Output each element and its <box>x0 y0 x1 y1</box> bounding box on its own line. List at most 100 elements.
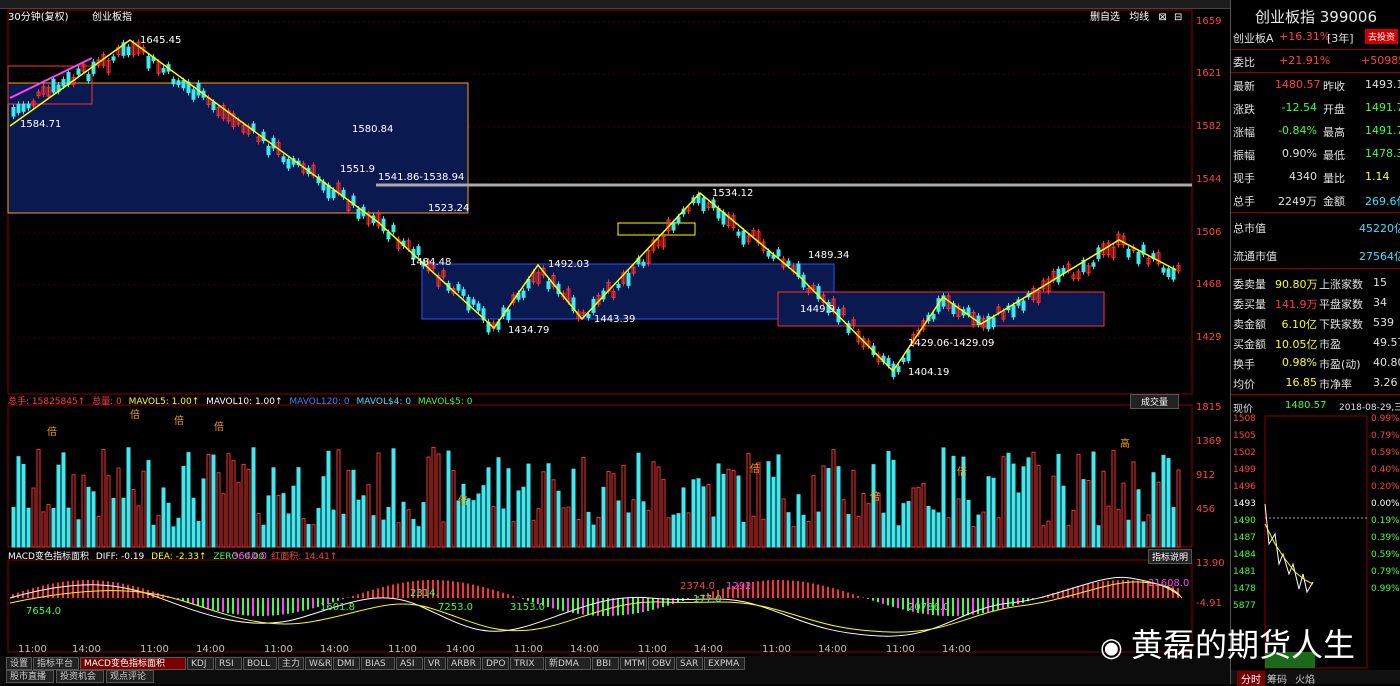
invest-badge[interactable]: 去投资 <box>1365 29 1399 44</box>
indicator-tab[interactable]: 主力 <box>278 657 304 670</box>
chart-toolbar[interactable]: 删自选 均线 ⊠ ⊟ <box>1090 8 1182 23</box>
quote-value: -0.84% <box>1278 124 1317 137</box>
volume-bar <box>1021 466 1026 548</box>
chart-svg <box>7 9 1193 653</box>
volume-bar <box>671 514 676 548</box>
vol-tick: 1369 <box>1196 436 1222 447</box>
info-tab[interactable]: 股市直播 <box>6 670 54 683</box>
indicator-help-button[interactable]: 指标说明 <box>1148 549 1193 564</box>
volume-bar <box>506 468 511 548</box>
volume-bar <box>371 515 376 548</box>
indicator-tab[interactable]: MACD变色指标面积 <box>80 657 186 670</box>
volume-bar <box>1016 492 1021 548</box>
mini-bottom-tabs: 分时 筹码 火焰 <box>1231 670 1400 686</box>
indicator-tab[interactable]: DPO <box>482 657 509 670</box>
indicator-tab[interactable]: VR <box>424 657 446 670</box>
indicator-tab[interactable]: OBV <box>648 657 675 670</box>
volume-bar <box>936 512 941 548</box>
candle <box>461 289 466 296</box>
volume-bar <box>321 476 326 548</box>
mini-axis-pct: 0.99% <box>1371 414 1400 424</box>
mini-axis-tick: 1493 <box>1233 499 1256 509</box>
volume-bar <box>796 494 801 548</box>
weibi-value: +21.91% <box>1279 54 1331 67</box>
vol-mark: 倍 <box>750 464 760 475</box>
volume-bar <box>1171 507 1176 548</box>
macd-area-label: 2374.0 <box>680 581 715 592</box>
candle <box>586 313 591 319</box>
indicator-tab[interactable]: ASI <box>396 657 423 670</box>
mini-axis-pct: 0.19% <box>1371 516 1400 526</box>
volume-bar <box>31 487 36 548</box>
fund-row[interactable]: 创业板A +16.31% [3年] 去投资 <box>1231 26 1400 48</box>
info-tab[interactable]: 投资机会 <box>56 670 104 683</box>
volume-bar <box>616 500 621 548</box>
candle <box>456 284 461 291</box>
quote-value: 1493.11 <box>1365 78 1400 91</box>
indicator-tab[interactable]: ARBR <box>447 657 481 670</box>
volume-bar <box>991 477 996 548</box>
volume-type-dropdown[interactable]: 成交量 <box>1130 394 1180 409</box>
indicator-tab[interactable]: RSI <box>215 657 242 670</box>
volume-bar <box>1176 469 1181 548</box>
candle <box>616 283 621 289</box>
macd-area-label: 1601.8 <box>320 602 355 613</box>
volume-bar <box>586 511 591 548</box>
range-box-1 <box>7 82 469 214</box>
candle <box>521 290 526 298</box>
volume-bar <box>61 452 66 548</box>
volume-bar <box>16 456 21 548</box>
volume-bar <box>376 452 381 548</box>
volume-bar <box>756 462 761 548</box>
volume-bar <box>181 465 186 548</box>
remove-watchlist-button[interactable]: 删自选 <box>1090 12 1120 23</box>
info-tab[interactable]: 观点评论 <box>106 670 154 683</box>
indicator-tab[interactable]: BOLL <box>243 657 277 670</box>
indicator-tab[interactable]: MTM <box>620 657 647 670</box>
time-tick: 11:00 <box>264 644 293 655</box>
layout-icon[interactable]: ⊠ <box>1158 12 1166 23</box>
volume-bar <box>946 517 951 548</box>
stat-row: 委买量 141.9万 平盘家数 34 <box>1231 292 1400 314</box>
window-icon[interactable]: ⊟ <box>1174 12 1182 23</box>
volume-bars <box>11 446 1181 548</box>
volume-bar <box>1036 465 1041 548</box>
volume-bar <box>1101 470 1106 548</box>
indicator-tab[interactable]: SAR <box>676 657 703 670</box>
volume-bar <box>246 468 251 548</box>
quote-value: 4340 <box>1289 170 1317 183</box>
indicator-tab[interactable]: BBI <box>592 657 619 670</box>
volume-bar <box>366 484 371 548</box>
indicator-tab[interactable]: BIAS <box>361 657 395 670</box>
indicator-tab[interactable]: W&R <box>305 657 332 670</box>
stat-label: 委买量 <box>1233 298 1266 311</box>
volume-bar <box>286 513 291 548</box>
volume-bar <box>516 490 521 548</box>
volume-bar <box>511 521 516 548</box>
volume-bar <box>531 519 536 548</box>
divider <box>1231 212 1400 213</box>
price-tick: 1659 <box>1196 16 1222 27</box>
volume-bar <box>206 454 211 548</box>
volume-bar <box>471 500 476 548</box>
ma-button[interactable]: 均线 <box>1129 12 1149 23</box>
macd-legend-dea: DEA: -2.33↑ <box>151 552 207 562</box>
indicator-tab[interactable]: EXPMA <box>704 657 745 670</box>
indicator-tab[interactable]: KDJ <box>187 657 214 670</box>
main-chart[interactable]: 30分钟(复权) 创业板指 删自选 均线 ⊠ ⊟ 1659 1621 1582 … <box>0 8 1230 668</box>
diff-line <box>9 576 1181 637</box>
indicator-tab[interactable]: DMI <box>333 657 360 670</box>
indicator-tab[interactable]: 设置 <box>6 657 32 670</box>
volume-bar <box>781 498 786 548</box>
indicator-tab[interactable]: 新DMA <box>545 657 591 670</box>
indicator-tab[interactable]: TRIX <box>510 657 544 670</box>
candle <box>1091 262 1096 267</box>
candle <box>931 313 936 320</box>
volume-bar <box>806 521 811 548</box>
volume-bar <box>71 474 76 548</box>
fund-period: [3年] <box>1327 32 1354 45</box>
macd-area-label: 7654.0 <box>26 606 61 617</box>
indicator-tab[interactable]: 指标平台 <box>33 657 79 670</box>
volume-bar <box>266 495 271 548</box>
candle <box>476 303 481 311</box>
